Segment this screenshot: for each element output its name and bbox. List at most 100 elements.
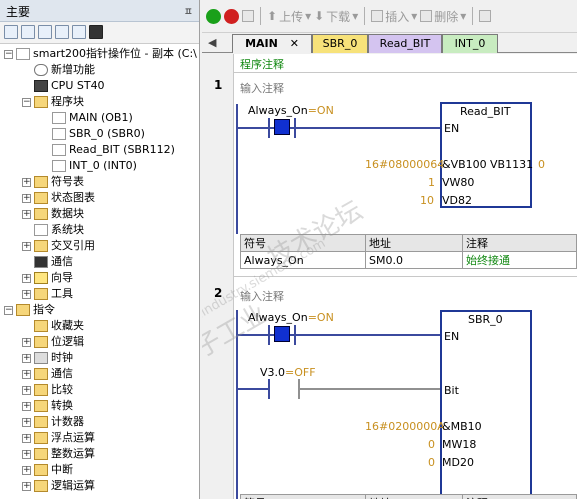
tree-item[interactable]: + 通信: [0, 366, 199, 382]
tree-item[interactable]: Read_BIT (SBR112): [0, 142, 199, 158]
doc-icon: [34, 224, 48, 236]
folder-icon: [34, 240, 48, 252]
insert-icon: [371, 10, 384, 22]
insert-button[interactable]: 插入 ▾: [371, 8, 417, 25]
tree-item[interactable]: 收藏夹: [0, 318, 199, 334]
tree-item[interactable]: + 中断: [0, 462, 199, 478]
network-gutter: [202, 54, 234, 499]
expand-icon[interactable]: +: [22, 481, 31, 491]
network-number: 2: [214, 286, 223, 300]
contact-bar: [294, 325, 296, 345]
doc-icon[interactable]: [38, 25, 52, 39]
tree-item[interactable]: + 比较: [0, 382, 199, 398]
run-icon[interactable]: [206, 8, 221, 24]
network-comment[interactable]: 输入注释: [240, 288, 284, 304]
tree-item[interactable]: − 指令: [0, 302, 199, 318]
tree-item[interactable]: + 计数器: [0, 414, 199, 430]
expand-icon[interactable]: +: [22, 449, 31, 459]
tree-item[interactable]: + 转换: [0, 398, 199, 414]
chevron-down-icon: ▾: [411, 9, 418, 23]
expand-icon[interactable]: +: [22, 353, 31, 363]
param-value: 0: [428, 438, 435, 451]
bit-pin: Bit: [444, 384, 459, 397]
folder-icon: [34, 192, 48, 204]
program-comment[interactable]: 程序注释: [240, 56, 284, 72]
tree-item[interactable]: + 整数运算: [0, 446, 199, 462]
doc3-icon[interactable]: [72, 25, 86, 39]
power-rail: [236, 310, 238, 499]
folder-icon: [34, 320, 48, 332]
tree-item[interactable]: 新增功能: [0, 62, 199, 78]
collapse-icon[interactable]: −: [4, 49, 13, 59]
tab-int0[interactable]: INT_0: [442, 34, 498, 53]
tree-item[interactable]: CPU ST40: [0, 78, 199, 94]
tree-item-label: 交叉引用: [51, 239, 95, 252]
tree-item[interactable]: + 逻辑运算: [0, 478, 199, 494]
tree-item[interactable]: − 程序块: [0, 94, 199, 110]
power-rail: [236, 104, 238, 234]
delete-button[interactable]: 删除 ▾: [420, 8, 466, 25]
tree-item[interactable]: SBR_0 (SBR0): [0, 126, 199, 142]
tree-item[interactable]: INT_0 (INT0): [0, 158, 199, 174]
tree-item[interactable]: + 向导: [0, 270, 199, 286]
expand-icon[interactable]: +: [22, 241, 31, 251]
expand-icon[interactable]: +: [22, 465, 31, 475]
expand-icon[interactable]: +: [22, 369, 31, 379]
rung-wire: [236, 127, 440, 129]
expand-icon[interactable]: +: [22, 433, 31, 443]
tree-item[interactable]: + 符号表: [0, 174, 199, 190]
expand-icon[interactable]: +: [22, 289, 31, 299]
tree-item[interactable]: 通信: [0, 254, 199, 270]
network-comment[interactable]: 输入注释: [240, 80, 284, 96]
stop-icon[interactable]: [224, 8, 239, 24]
contact-bar: [268, 118, 270, 138]
always-on-contact[interactable]: [274, 326, 290, 342]
folder-icon: [34, 416, 48, 428]
close-icon[interactable]: ✕: [290, 37, 299, 50]
upload-button[interactable]: ⬆ 上传 ▾: [267, 8, 311, 25]
expand-icon[interactable]: +: [22, 385, 31, 395]
tree-item[interactable]: − smart200指针操作位 - 副本 (C:\: [0, 46, 199, 62]
tree-item[interactable]: + 数据块: [0, 206, 199, 222]
tab-nav-left-icon[interactable]: ◀: [208, 36, 216, 49]
tree-item[interactable]: + 浮点运算: [0, 430, 199, 446]
tab-main[interactable]: MAIN ✕: [232, 34, 312, 53]
tree-item[interactable]: + 状态图表: [0, 190, 199, 206]
expand-icon[interactable]: +: [22, 209, 31, 219]
editor-tabs: ◀ MAIN ✕ SBR_0 Read_BIT INT_0: [202, 33, 577, 53]
tree-item[interactable]: + 交叉引用: [0, 238, 199, 254]
pin-icon[interactable]: ㅍ: [184, 3, 193, 18]
rung-wire: [236, 388, 270, 390]
always-on-contact[interactable]: [274, 119, 290, 135]
expand-icon[interactable]: +: [22, 417, 31, 427]
tree-item-label: 向导: [51, 271, 73, 284]
expand-icon[interactable]: +: [22, 177, 31, 187]
view-icon[interactable]: [4, 25, 18, 39]
tree-item[interactable]: 系统块: [0, 222, 199, 238]
ladder-editor[interactable]: 程序注释 1 输入注释 Always_On=ON Read_BIT EN 16#…: [202, 54, 577, 499]
expand-icon[interactable]: +: [22, 401, 31, 411]
compile-icon[interactable]: [242, 10, 254, 22]
clock-icon: [34, 352, 48, 364]
tree-item[interactable]: + 位逻辑: [0, 334, 199, 350]
tree-item[interactable]: + 时钟: [0, 350, 199, 366]
doc2-icon[interactable]: [55, 25, 69, 39]
expand-icon[interactable]: +: [22, 273, 31, 283]
tree-item[interactable]: + 工具: [0, 286, 199, 302]
collapse-icon[interactable]: −: [4, 305, 13, 315]
folder-icon: [34, 432, 48, 444]
tree-item[interactable]: MAIN (OB1): [0, 110, 199, 126]
expand-icon[interactable]: +: [22, 337, 31, 347]
download-button[interactable]: ⬇ 下载 ▾: [314, 8, 358, 25]
collapse-icon[interactable]: −: [22, 97, 31, 107]
project-tree: − smart200指针操作位 - 副本 (C:\ 新增功能 CPU ST40 − 程序块…: [0, 44, 199, 494]
monitor-icon[interactable]: [89, 25, 103, 39]
contact-bar: [268, 379, 270, 399]
tree-item-label: CPU ST40: [51, 79, 105, 92]
tab-sbr0[interactable]: SBR_0: [312, 34, 368, 53]
tab-read-bit[interactable]: Read_BIT: [368, 34, 442, 53]
list-icon[interactable]: [21, 25, 35, 39]
expand-icon[interactable]: +: [22, 193, 31, 203]
more-icon[interactable]: [479, 10, 492, 22]
param-name: VW80: [442, 176, 475, 189]
